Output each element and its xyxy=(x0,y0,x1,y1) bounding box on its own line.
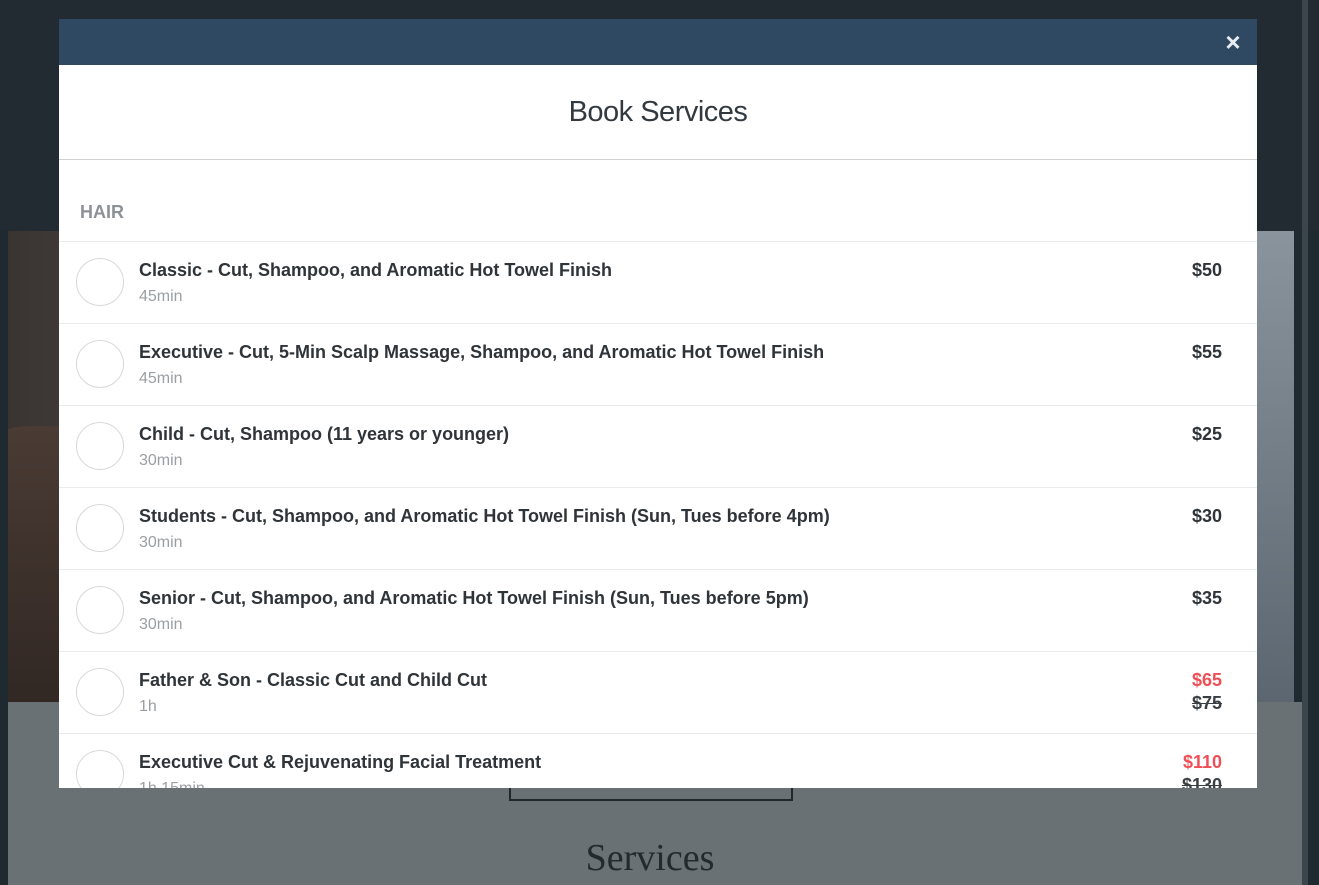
book-services-modal: × Book Services HAIR Classic - Cut, Sham… xyxy=(59,19,1257,788)
close-icon[interactable]: × xyxy=(1219,28,1247,56)
category-heading: HAIR xyxy=(59,160,1257,242)
service-duration: 30min xyxy=(139,534,183,551)
service-row[interactable]: Students - Cut, Shampoo, and Aromatic Ho… xyxy=(59,488,1257,570)
modal-header: Book Services xyxy=(59,65,1257,160)
service-name: Classic - Cut, Shampoo, and Aromatic Hot… xyxy=(139,260,613,280)
service-duration: 30min xyxy=(139,616,183,633)
service-original-price: $75 xyxy=(1191,693,1222,713)
service-name: Students - Cut, Shampoo, and Aromatic Ho… xyxy=(139,506,830,526)
service-row[interactable]: Senior - Cut, Shampoo, and Aromatic Hot … xyxy=(59,570,1257,652)
service-select-radio[interactable] xyxy=(76,340,124,388)
service-duration: 45min xyxy=(139,370,183,387)
service-price: $55 xyxy=(1191,342,1222,362)
service-duration: 45min xyxy=(139,288,183,305)
service-select-radio[interactable] xyxy=(76,668,124,716)
service-original-price: $130 xyxy=(1181,775,1222,788)
service-select-radio[interactable] xyxy=(76,504,124,552)
service-select-radio[interactable] xyxy=(76,422,124,470)
service-duration: 1h xyxy=(139,698,157,715)
service-name: Child - Cut, Shampoo (11 years or younge… xyxy=(139,424,510,444)
service-name: Executive - Cut, 5-Min Scalp Massage, Sh… xyxy=(139,342,825,362)
service-row[interactable]: Father & Son - Classic Cut and Child Cut… xyxy=(59,652,1257,734)
service-row[interactable]: Classic - Cut, Shampoo, and Aromatic Hot… xyxy=(59,242,1257,324)
service-row[interactable]: Executive Cut & Rejuvenating Facial Trea… xyxy=(59,734,1257,788)
service-duration: 30min xyxy=(139,452,183,469)
service-list: Classic - Cut, Shampoo, and Aromatic Hot… xyxy=(59,242,1257,788)
service-price: $30 xyxy=(1191,506,1222,526)
service-price: $35 xyxy=(1191,588,1222,608)
service-duration: 1h 15min xyxy=(139,780,205,788)
service-select-radio[interactable] xyxy=(76,258,124,306)
background-section-title: Services xyxy=(585,837,715,879)
service-row[interactable]: Child - Cut, Shampoo (11 years or younge… xyxy=(59,406,1257,488)
service-select-radio[interactable] xyxy=(76,586,124,634)
service-name: Father & Son - Classic Cut and Child Cut xyxy=(139,670,488,690)
modal-title: Book Services xyxy=(568,95,748,128)
service-select-radio[interactable] xyxy=(76,750,124,788)
service-price: $25 xyxy=(1191,424,1222,444)
service-price: $110 xyxy=(1182,752,1222,772)
service-price: $50 xyxy=(1191,260,1222,280)
modal-top-bar: × xyxy=(59,19,1257,65)
background-scrollbar xyxy=(1302,0,1308,885)
service-price: $65 xyxy=(1191,670,1222,690)
service-name: Senior - Cut, Shampoo, and Aromatic Hot … xyxy=(139,588,809,608)
service-row[interactable]: Executive - Cut, 5-Min Scalp Massage, Sh… xyxy=(59,324,1257,406)
service-name: Executive Cut & Rejuvenating Facial Trea… xyxy=(139,752,542,772)
